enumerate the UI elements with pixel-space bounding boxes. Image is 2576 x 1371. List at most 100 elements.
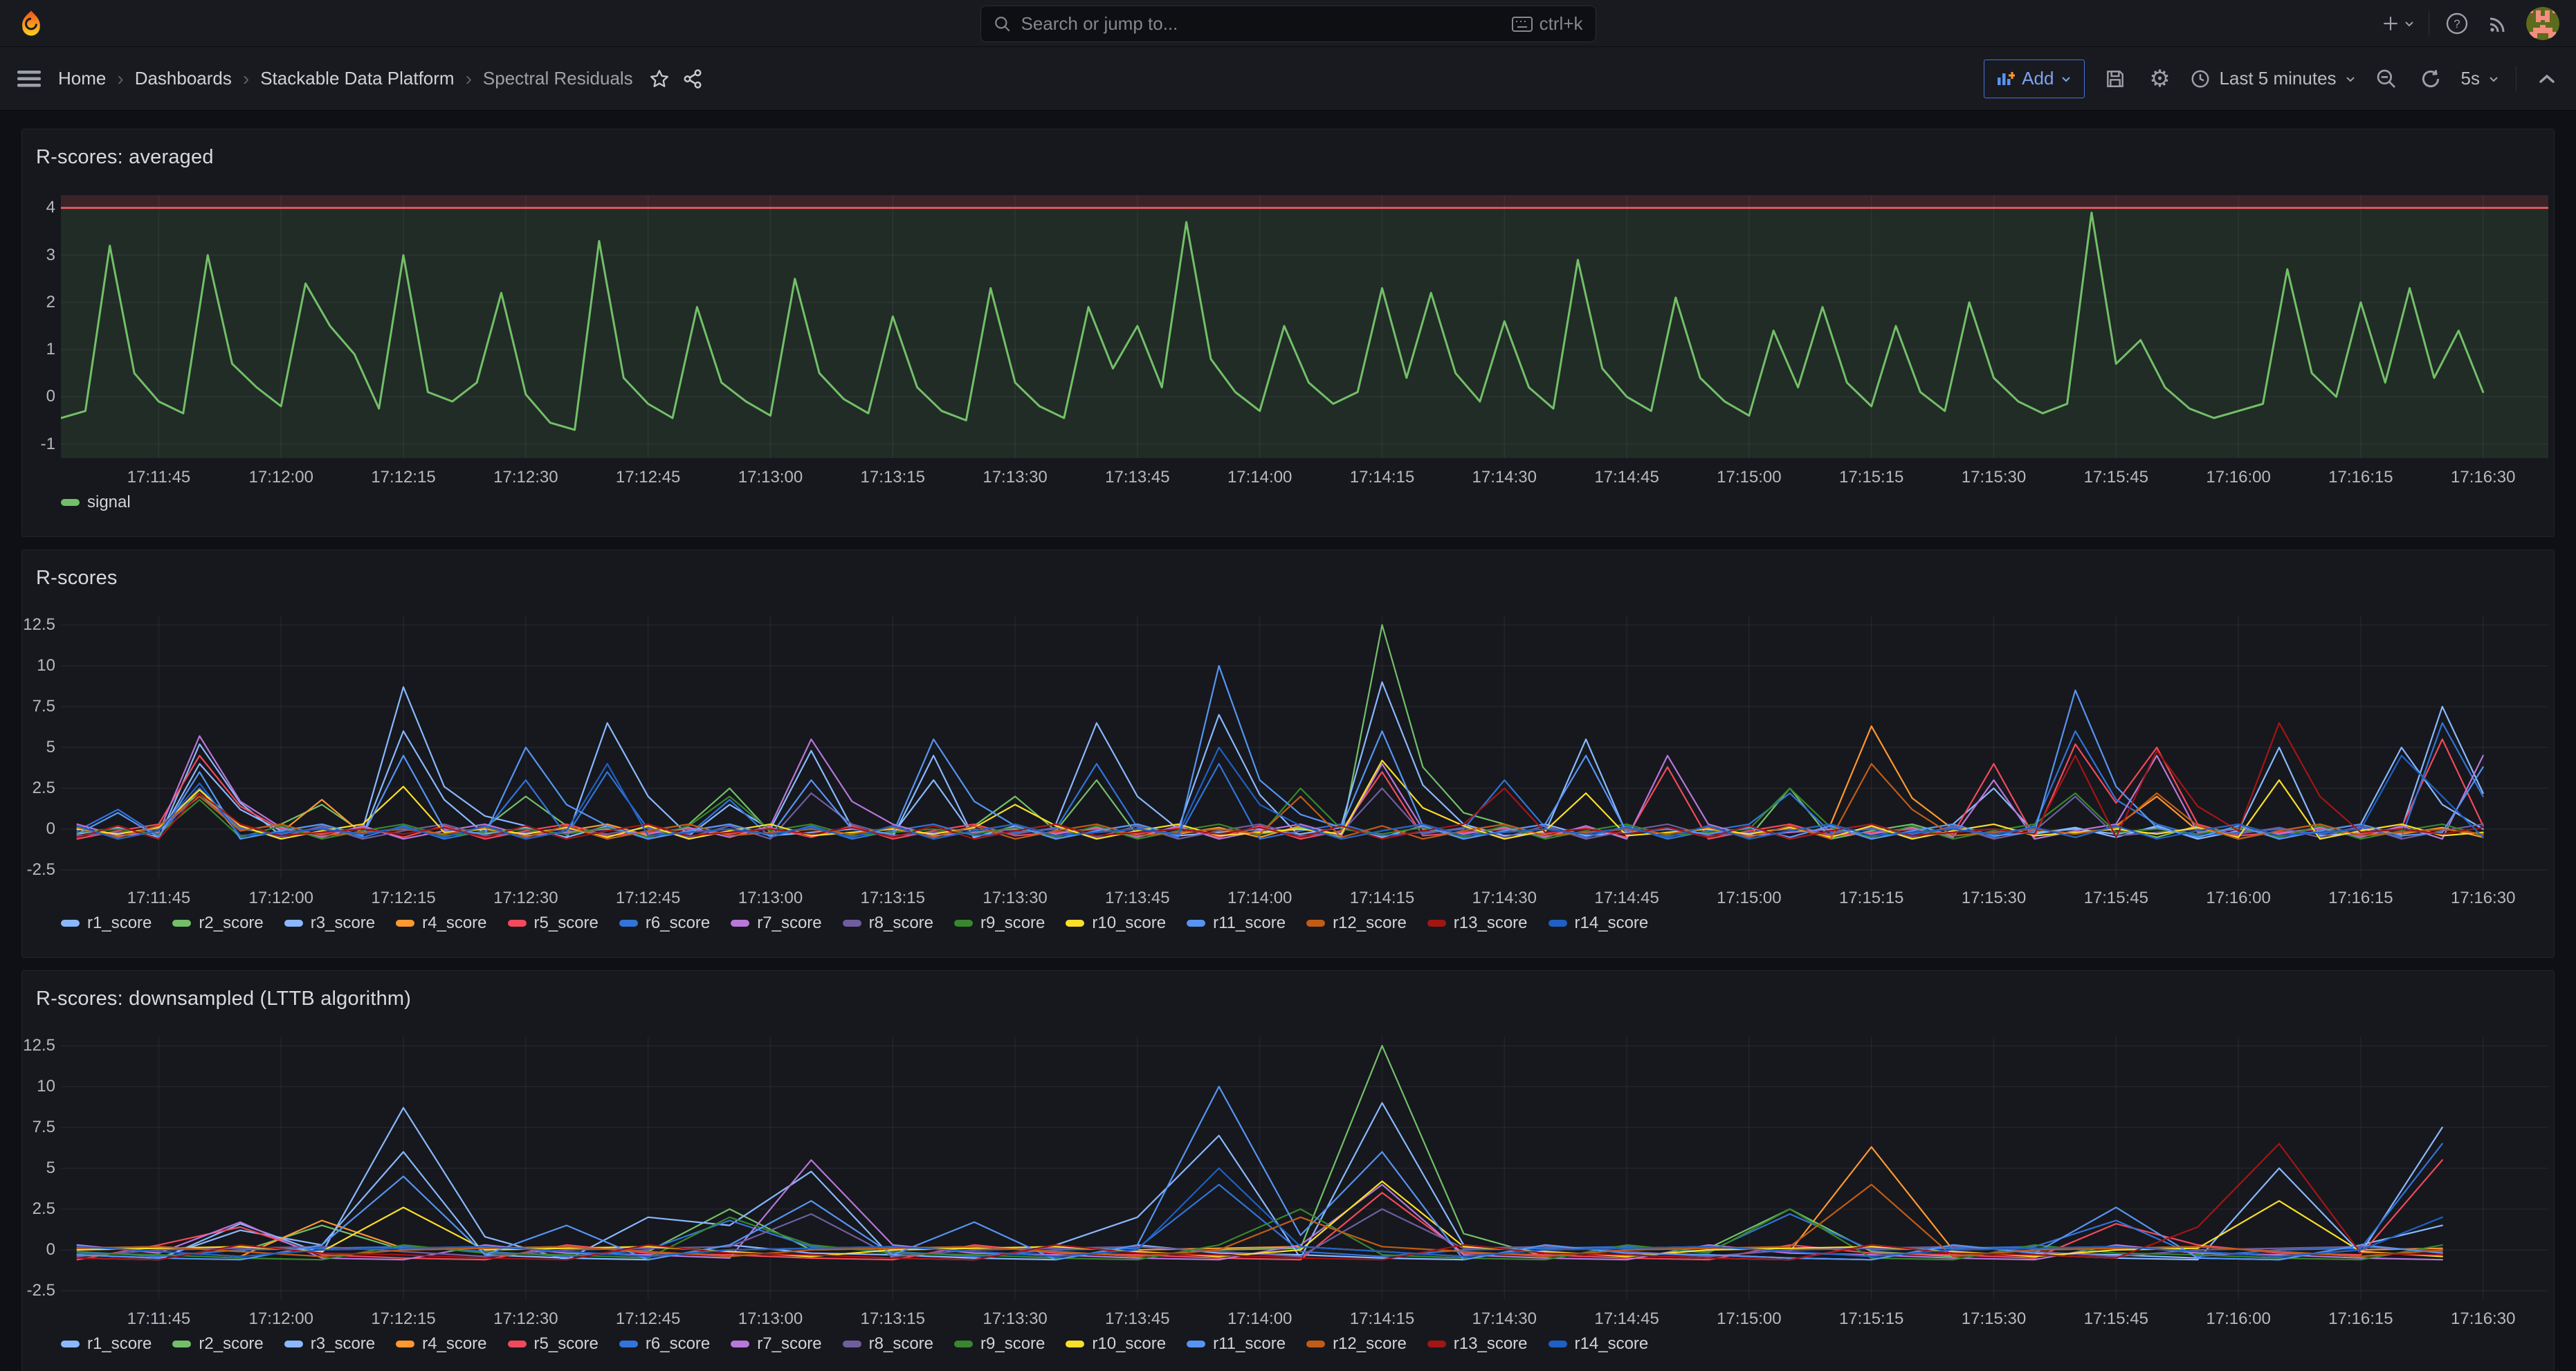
legend-item-r6_score[interactable]: r6_score: [619, 1334, 710, 1354]
new-menu-button[interactable]: [2382, 8, 2415, 39]
legend-item-r2_score[interactable]: r2_score: [172, 1334, 263, 1354]
x-tick-label: 17:15:00: [1717, 468, 1781, 487]
x-tick-label: 17:13:15: [861, 889, 925, 908]
y-tick-label: 5: [21, 738, 55, 757]
panel-title[interactable]: R-scores: [36, 567, 2554, 590]
refresh-interval-picker[interactable]: 5s: [2461, 68, 2499, 89]
legend-item-r5_score[interactable]: r5_score: [508, 1334, 599, 1354]
legend-item-r10_score[interactable]: r10_score: [1066, 1334, 1166, 1354]
legend-item-r8_score[interactable]: r8_score: [843, 1334, 933, 1354]
chevron-down-icon: [2061, 75, 2072, 83]
legend-swatch: [284, 920, 303, 927]
x-tick-label: 17:16:00: [2206, 468, 2270, 487]
legend-item-r2_score[interactable]: r2_score: [172, 914, 263, 933]
x-tick-label: 17:14:00: [1227, 889, 1292, 908]
add-panel-button[interactable]: Add: [1984, 60, 2085, 98]
legend-item-r12_score[interactable]: r12_score: [1306, 914, 1407, 933]
x-tick-label: 17:15:30: [1962, 889, 2026, 908]
x-tick-label: 17:14:00: [1227, 468, 1292, 487]
legend-item-r14_score[interactable]: r14_score: [1549, 914, 1649, 933]
legend-item-r7_score[interactable]: r7_score: [731, 914, 821, 933]
chevron-down-icon: [2404, 19, 2415, 28]
zoom-out-icon[interactable]: [2373, 64, 2400, 94]
legend-swatch: [396, 1341, 414, 1347]
x-tick-label: 17:15:45: [2084, 1309, 2148, 1329]
grafana-logo-icon[interactable]: [17, 9, 46, 38]
user-avatar[interactable]: [2526, 7, 2559, 40]
legend-item-r5_score[interactable]: r5_score: [508, 914, 599, 933]
legend-item-r14_score[interactable]: r14_score: [1549, 1334, 1649, 1354]
x-axis: 17:11:4517:12:0017:12:1517:12:3017:12:45…: [61, 1302, 2548, 1330]
legend-item-r4_score[interactable]: r4_score: [396, 914, 486, 933]
dashboard-settings-icon[interactable]: ⚙: [2146, 64, 2173, 94]
legend-item-r7_score[interactable]: r7_score: [731, 1334, 821, 1354]
legend-label: r12_score: [1333, 1334, 1407, 1354]
legend-item-r3_score[interactable]: r3_score: [284, 1334, 375, 1354]
x-tick-label: 17:11:45: [127, 468, 191, 487]
y-tick-label: 2.5: [21, 1199, 55, 1219]
legend-item-r4_score[interactable]: r4_score: [396, 1334, 486, 1354]
x-tick-label: 17:15:15: [1839, 468, 1903, 487]
x-axis: 17:11:4517:12:0017:12:1517:12:3017:12:45…: [61, 461, 2548, 489]
legend-item-r6_score[interactable]: r6_score: [619, 914, 710, 933]
legend-swatch: [1066, 920, 1084, 927]
caret-up-icon[interactable]: [2533, 64, 2561, 94]
legend-swatch: [1066, 1341, 1084, 1347]
legend-item-r1_score[interactable]: r1_score: [61, 1334, 152, 1354]
legend-item-r12_score[interactable]: r12_score: [1306, 1334, 1407, 1354]
y-tick-label: 10: [21, 1077, 55, 1096]
panel-title[interactable]: R-scores: averaged: [36, 146, 2554, 169]
breadcrumb-folder[interactable]: Stackable Data Platform: [260, 68, 454, 89]
refresh-icon[interactable]: [2417, 64, 2445, 94]
legend-item-r9_score[interactable]: r9_score: [954, 914, 1045, 933]
legend-swatch: [1187, 920, 1205, 927]
x-tick-label: 17:12:00: [249, 889, 313, 908]
chevron-down-icon: [2345, 75, 2356, 83]
x-tick-label: 17:16:15: [2328, 468, 2393, 487]
breadcrumb-current-dashboard: Spectral Residuals: [483, 68, 633, 89]
legend-item-r13_score[interactable]: r13_score: [1427, 1334, 1528, 1354]
star-icon[interactable]: [646, 64, 673, 94]
legend-item-r10_score[interactable]: r10_score: [1066, 914, 1166, 933]
keyboard-icon: [1512, 17, 1533, 32]
legend-item-r13_score[interactable]: r13_score: [1427, 914, 1528, 933]
time-range-picker[interactable]: Last 5 minutes: [2190, 68, 2355, 89]
share-icon[interactable]: [679, 64, 706, 94]
breadcrumb-home[interactable]: Home: [58, 68, 106, 89]
x-tick-label: 17:15:15: [1839, 889, 1903, 908]
time-series-plot[interactable]: 12.5107.552.50-2.5: [61, 1037, 2548, 1300]
breadcrumb-dashboards[interactable]: Dashboards: [135, 68, 232, 89]
y-tick-label: 0: [21, 819, 55, 839]
legend-item-r9_score[interactable]: r9_score: [954, 1334, 1045, 1354]
help-icon[interactable]: ?: [2443, 8, 2471, 39]
legend-item-signal[interactable]: signal: [61, 493, 131, 512]
legend-label: r3_score: [311, 914, 375, 933]
legend-item-r11_score[interactable]: r11_score: [1187, 1334, 1286, 1354]
legend-item-r1_score[interactable]: r1_score: [61, 914, 152, 933]
legend-item-r3_score[interactable]: r3_score: [284, 914, 375, 933]
news-feed-icon[interactable]: [2485, 8, 2512, 39]
x-tick-label: 17:13:30: [983, 889, 1047, 908]
legend-label: r6_score: [646, 1334, 710, 1354]
x-tick-label: 17:13:00: [738, 468, 803, 487]
legend-item-r8_score[interactable]: r8_score: [843, 914, 933, 933]
dashboard-toolbar: Home › Dashboards › Stackable Data Platf…: [0, 47, 2576, 111]
time-series-plot[interactable]: 12.5107.552.50-2.5: [61, 616, 2548, 879]
search-icon: [994, 15, 1012, 33]
save-dashboard-icon[interactable]: [2101, 64, 2129, 94]
legend-item-r11_score[interactable]: r11_score: [1187, 914, 1286, 933]
y-tick-label: 7.5: [21, 697, 55, 716]
y-tick-label: 0: [21, 387, 55, 406]
panel-r-scores-averaged: R-scores: averaged 43210-1 17:11:4517:12…: [21, 129, 2555, 537]
x-tick-label: 17:12:00: [249, 1309, 313, 1329]
menu-icon[interactable]: [15, 64, 43, 94]
x-tick-label: 17:15:45: [2084, 468, 2148, 487]
panel-title[interactable]: R-scores: downsampled (LTTB algorithm): [36, 988, 2554, 1010]
x-tick-label: 17:14:45: [1594, 1309, 1659, 1329]
legend-label: r5_score: [534, 914, 599, 933]
top-nav-bar: Search or jump to... ctrl+k: [0, 0, 2576, 47]
time-series-plot[interactable]: 43210-1: [61, 195, 2548, 458]
legend-swatch: [1187, 1341, 1205, 1347]
search-input[interactable]: Search or jump to... ctrl+k: [980, 6, 1596, 42]
legend-label: r9_score: [980, 914, 1045, 933]
